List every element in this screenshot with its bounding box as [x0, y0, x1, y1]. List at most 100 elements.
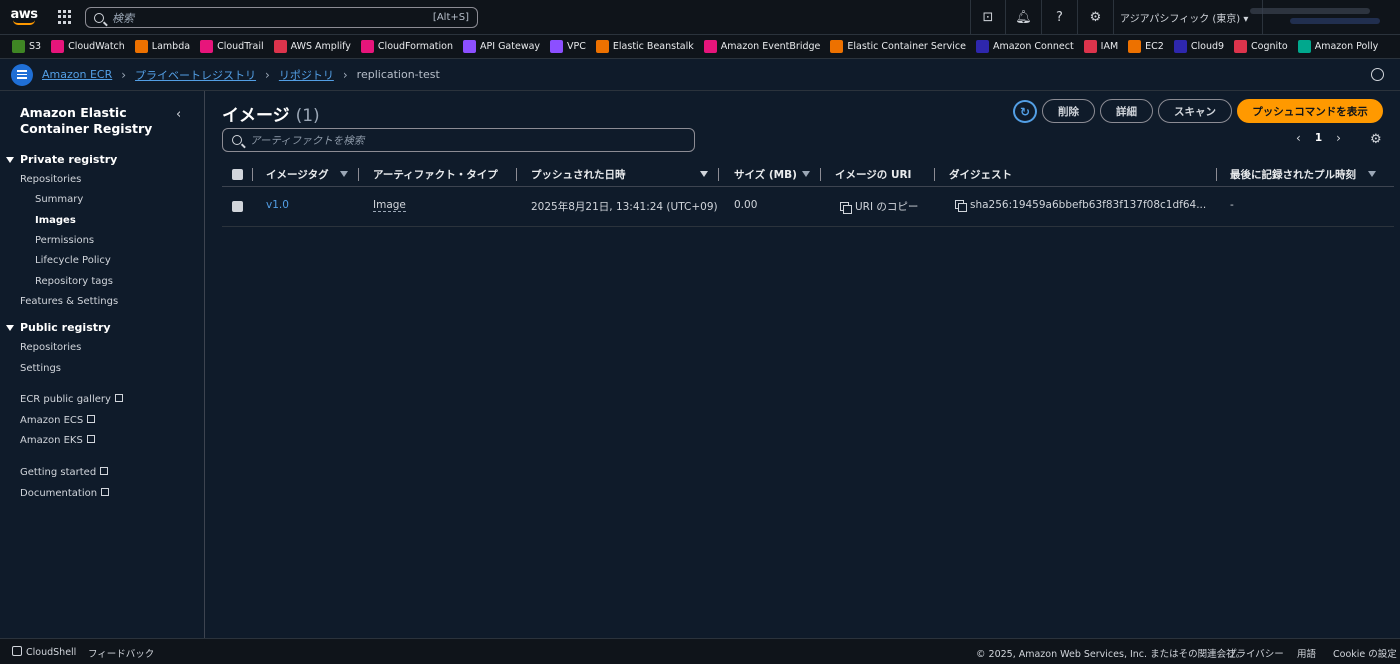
column-pushed-at[interactable]: プッシュされた日時	[531, 167, 626, 182]
footer-cloudshell[interactable]: CloudShell	[12, 646, 76, 658]
favorite-amazon-eventbridge[interactable]: Amazon EventBridge	[703, 40, 820, 53]
favorite-cloudwatch[interactable]: CloudWatch	[51, 40, 125, 53]
breadcrumb-current: replication-test	[356, 68, 440, 81]
amplify-icon	[273, 40, 287, 53]
favorite-api-gateway[interactable]: API Gateway	[463, 40, 540, 53]
notifications-bell-icon[interactable]: 🔔︎	[1006, 0, 1042, 35]
column-last-pull[interactable]: 最後に記録されたプル時刻	[1230, 167, 1356, 182]
cloudshell-icon[interactable]: ⊡	[970, 0, 1006, 35]
favorite-s3[interactable]: S3	[12, 40, 41, 53]
polly-icon	[1297, 40, 1311, 53]
external-link-icon	[100, 467, 109, 475]
favorite-iam[interactable]: IAM	[1083, 40, 1118, 53]
sidebar-item-repository-tags[interactable]: Repository tags	[35, 276, 113, 287]
help-icon[interactable]: ?	[1042, 0, 1078, 35]
view-push-commands-button[interactable]: プッシュコマンドを表示	[1237, 99, 1383, 123]
favorite-label: Elastic Container Service	[847, 41, 966, 52]
sidebar-item-private-repositories[interactable]: Repositories	[20, 174, 81, 185]
scan-button[interactable]: スキャン	[1158, 99, 1232, 123]
region-selector[interactable]: アジアパシフィック (東京) ▾	[1106, 0, 1264, 35]
sidebar-item-permissions[interactable]: Permissions	[35, 235, 94, 246]
favorite-cloud9[interactable]: Cloud9	[1173, 40, 1224, 53]
select-all-checkbox[interactable]	[232, 169, 243, 180]
sidebar-link-amazon-eks[interactable]: Amazon EKS	[20, 435, 95, 446]
menu-hamburger-icon[interactable]	[11, 63, 33, 86]
chevron-right-icon[interactable]: ›	[1336, 131, 1341, 145]
table-preferences-gear-icon[interactable]: ⚙	[1370, 132, 1382, 147]
sidebar-item-images[interactable]: Images	[35, 215, 76, 226]
chevron-right-icon: ›	[342, 67, 348, 82]
footer-feedback[interactable]: フィードバック	[88, 646, 154, 660]
close-sidebar-icon[interactable]: ‹	[176, 107, 181, 122]
artifact-search-input[interactable]: アーティファクトを検索	[222, 128, 695, 152]
copy-icon	[955, 200, 967, 212]
copy-uri-button[interactable]: URI のコピー	[840, 199, 918, 214]
favorite-elastic-beanstalk[interactable]: Elastic Beanstalk	[595, 40, 694, 53]
column-image-tag[interactable]: イメージタグ	[266, 167, 329, 182]
sidebar-item-public-repositories[interactable]: Repositories	[20, 342, 81, 353]
aws-logo[interactable]: aws	[0, 0, 48, 35]
sidebar-link-getting-started[interactable]: Getting started	[20, 467, 109, 478]
account-menu[interactable]	[1250, 4, 1390, 30]
favorite-vpc[interactable]: VPC	[550, 40, 586, 53]
breadcrumb-amazon-ecr[interactable]: Amazon ECR	[42, 68, 112, 81]
iam-icon	[1083, 40, 1097, 53]
footer-privacy[interactable]: プライバシー	[1227, 646, 1284, 660]
favorite-amazon-connect[interactable]: Amazon Connect	[975, 40, 1074, 53]
sidebar-item-lifecycle-policy[interactable]: Lifecycle Policy	[35, 255, 111, 266]
sort-icon[interactable]	[1368, 171, 1376, 177]
sidebar-item-features-settings[interactable]: Features & Settings	[20, 296, 118, 307]
cloudshell-label: CloudShell	[26, 647, 77, 658]
footer-cookie-settings[interactable]: Cookie の設定	[1333, 646, 1397, 660]
artifact-type[interactable]: Image	[373, 199, 406, 212]
info-panel-icon[interactable]	[1371, 68, 1384, 81]
chevron-right-icon: ›	[265, 67, 270, 82]
footer-terms[interactable]: 用語	[1297, 646, 1316, 660]
sidebar-item-public-settings[interactable]: Settings	[20, 363, 61, 374]
favorite-amazon-polly[interactable]: Amazon Polly	[1297, 40, 1378, 53]
sort-descending-icon[interactable]	[700, 171, 708, 177]
column-digest[interactable]: ダイジェスト	[949, 167, 1012, 182]
digest-value: sha256:19459a6bbefb63f83f137f08c1df64...	[970, 199, 1207, 211]
column-artifact-type[interactable]: アーティファクト・タイプ	[373, 167, 498, 182]
chevron-left-icon[interactable]: ‹	[1296, 131, 1301, 145]
private-registry-section[interactable]: Private registry	[6, 153, 117, 166]
favorite-cognito[interactable]: Cognito	[1234, 40, 1288, 53]
page-number[interactable]: 1	[1315, 132, 1322, 144]
refresh-button[interactable]: ↻	[1013, 100, 1037, 123]
sidebar-link-ecr-gallery[interactable]: ECR public gallery	[20, 394, 123, 405]
copy-uri-label: URI のコピー	[855, 201, 919, 213]
breadcrumb-private-registry[interactable]: プライベートレジストリ	[135, 67, 256, 83]
delete-button[interactable]: 削除	[1042, 99, 1095, 123]
favorite-ec2[interactable]: EC2	[1128, 40, 1164, 53]
sidebar-item-summary[interactable]: Summary	[35, 194, 83, 205]
column-image-uri[interactable]: イメージの URI	[835, 167, 911, 182]
amazon-ecs-label: Amazon ECS	[20, 415, 84, 426]
sort-icon[interactable]	[802, 171, 810, 177]
image-tag-link[interactable]: v1.0	[266, 199, 289, 211]
favorite-label: Amazon Connect	[992, 41, 1074, 52]
images-table: イメージタグ アーティファクト・タイプ プッシュされた日時 サイズ (MB) イ…	[222, 161, 1394, 227]
favorite-aws-amplify[interactable]: AWS Amplify	[273, 40, 351, 53]
column-size[interactable]: サイズ (MB)	[734, 167, 797, 182]
favorite-cloudtrail[interactable]: CloudTrail	[200, 40, 264, 53]
favorite-lambda[interactable]: Lambda	[134, 40, 190, 53]
public-registry-section[interactable]: Public registry	[6, 321, 111, 334]
global-search-input[interactable]: 検索 [Alt+S]	[85, 7, 478, 28]
chevron-right-icon: ›	[121, 67, 127, 82]
favorite-elastic-container-service[interactable]: Elastic Container Service	[830, 40, 966, 53]
ecr-gallery-label: ECR public gallery	[20, 394, 111, 405]
details-button[interactable]: 詳細	[1100, 99, 1153, 123]
services-grid-icon[interactable]	[58, 10, 72, 24]
favorite-cloudformation[interactable]: CloudFormation	[360, 40, 453, 53]
sort-icon[interactable]	[340, 171, 348, 177]
table-row[interactable]: v1.0 Image 2025年8月21日, 13:41:24 (UTC+09)…	[222, 187, 1394, 227]
breadcrumb: Amazon ECR › プライベートレジストリ › リポジトリ › repli…	[0, 59, 1400, 91]
row-select-checkbox[interactable]	[232, 201, 243, 212]
side-navigation: Amazon Elastic Container Registry ‹ Priv…	[0, 91, 205, 638]
copy-digest-button[interactable]: sha256:19459a6bbefb63f83f137f08c1df64...	[955, 199, 1207, 212]
breadcrumb-repositories[interactable]: リポジトリ	[279, 67, 334, 83]
external-link-icon	[101, 488, 110, 496]
sidebar-link-documentation[interactable]: Documentation	[20, 488, 110, 499]
sidebar-link-amazon-ecs[interactable]: Amazon ECS	[20, 415, 96, 426]
